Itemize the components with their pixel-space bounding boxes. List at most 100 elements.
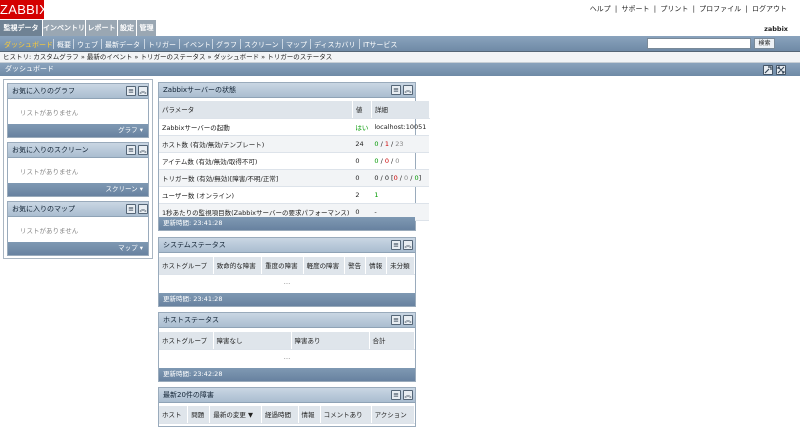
collapse-icon[interactable]: ︽ [403, 390, 413, 400]
widget-title: システムステータス [163, 241, 226, 249]
table-header-row: ホストグループ 致命的な障害 重度の障害 軽度の障害 警告 情報 未分類 [159, 257, 415, 275]
menu-icon[interactable]: ≡ [391, 390, 401, 400]
table-row: トリガー数 (有効/無効)[障害/不明/正常] 0 0 / 0 [0 / 0 /… [159, 169, 430, 187]
submenu-screens[interactable]: スクリーン [244, 40, 279, 50]
submenu-it-services[interactable]: ITサービス [363, 40, 397, 50]
submenu-divider [144, 39, 145, 49]
submenu-dashboard[interactable]: ダッシュボード [4, 40, 53, 50]
system-status-widget: システムステータス ≡ ︽ ホストグループ 致命的な障害 重度の障害 軽度の障害… [158, 237, 416, 307]
column-header: 詳細 [371, 101, 430, 119]
host-status-widget: ホストステータス ≡ ︽ ホストグループ 障害なし 障害あり 合計 ... 更新… [158, 312, 416, 382]
submenu-latest-data[interactable]: 最新データ [105, 40, 140, 50]
config-icon[interactable] [763, 65, 773, 75]
submenu-divider [240, 39, 241, 49]
submenu-divider [282, 39, 283, 49]
column-header: 重度の障害 [261, 257, 304, 275]
column-header: 障害なし [213, 332, 292, 350]
widget-title: お気に入りのグラフ [12, 87, 75, 95]
search-input[interactable] [647, 38, 751, 49]
collapse-icon[interactable]: ︽ [138, 86, 148, 96]
favorites-column: お気に入りのグラフ ≡ ︽ リストがありません グラフ ▾ お気に入りのスクリー… [3, 79, 153, 259]
help-link[interactable]: ヘルプ [590, 5, 611, 13]
main-menu-inventory[interactable]: インベントリ [43, 20, 85, 36]
column-header[interactable]: 経過時間 [261, 406, 299, 424]
submenu-web[interactable]: ウェブ [77, 40, 98, 50]
search-button[interactable]: 検索 [754, 38, 775, 49]
submenu-divider [179, 39, 180, 49]
menu-icon[interactable]: ≡ [126, 86, 136, 96]
column-header: パラメータ [159, 101, 353, 119]
widget-title: お気に入りのスクリーン [12, 146, 89, 154]
column-header-sorted[interactable]: 最新の変更 ▼ [209, 406, 262, 424]
column-header: 軽度の障害 [303, 257, 346, 275]
sub-menu: ダッシュボード 概要 ウェブ 最新データ トリガー イベント グラフ スクリーン… [0, 36, 800, 52]
widget-title: ホストステータス [163, 316, 219, 324]
page-title: ダッシュボード [5, 65, 54, 73]
submenu-maps[interactable]: マップ [286, 40, 307, 50]
zabbix-logo[interactable]: ZABBIX [0, 0, 48, 19]
main-menu-reports[interactable]: レポート [86, 20, 117, 36]
column-header: 値 [352, 101, 372, 119]
widget-header: Zabbixサーバーの状態 ≡ ︽ [159, 83, 415, 98]
logout-link[interactable]: ログアウト [752, 5, 787, 13]
last-issues-widget: 最新20件の障害 ≡ ︽ ホスト 問題 最新の変更 ▼ 経過時間 情報 コメント… [158, 387, 416, 427]
collapse-icon[interactable]: ︽ [138, 204, 148, 214]
table-row: ホスト数 (有効/無効/テンプレート) 24 0 / 1 / 23 [159, 135, 430, 153]
update-time: 更新時間: 23:41:28 [159, 217, 415, 230]
menu-icon[interactable]: ≡ [391, 240, 401, 250]
favorite-screens-footer[interactable]: スクリーン ▾ [8, 183, 148, 196]
main-menu-configuration[interactable]: 設定 [118, 20, 136, 36]
system-status-table: ホストグループ 致命的な障害 重度の障害 軽度の障害 警告 情報 未分類 [159, 257, 415, 275]
collapse-icon[interactable]: ︽ [138, 145, 148, 155]
submenu-divider [73, 39, 74, 49]
empty-list-text: リストがありません [20, 227, 79, 235]
column-header[interactable]: アクション [371, 406, 416, 424]
empty-placeholder: ... [283, 353, 291, 361]
server-status-widget: Zabbixサーバーの状態 ≡ ︽ パラメータ 値 詳細 Zabbixサーバーの… [158, 82, 430, 231]
last-issues-table: ホスト 問題 最新の変更 ▼ 経過時間 情報 コメントあり アクション [159, 406, 416, 424]
profile-link[interactable]: プロファイル [699, 5, 741, 13]
menu-icon[interactable]: ≡ [126, 204, 136, 214]
menu-icon[interactable]: ≡ [126, 145, 136, 155]
column-header: 合計 [369, 332, 415, 350]
favorite-screens-widget: お気に入りのスクリーン ≡ ︽ リストがありません スクリーン ▾ [7, 142, 149, 197]
column-header[interactable]: 情報 [298, 406, 321, 424]
widget-header: お気に入りのマップ ≡ ︽ [8, 202, 148, 217]
submenu-graphs[interactable]: グラフ [216, 40, 237, 50]
server-status-table: パラメータ 値 詳細 Zabbixサーバーの起動 はい localhost:10… [159, 101, 430, 221]
main-menu: 監視データ インベントリ レポート 設定 管理 zabbix [0, 19, 800, 36]
submenu-overview[interactable]: 概要 [57, 40, 71, 50]
main-menu-administration[interactable]: 管理 [137, 20, 156, 36]
favorite-maps-footer[interactable]: マップ ▾ [8, 242, 148, 255]
update-time: 更新時間: 23:42:28 [159, 368, 415, 381]
table-row: アイテム数 (有効/無効/取得不可) 0 0 / 0 / 0 [159, 152, 430, 170]
column-header[interactable]: 問題 [187, 406, 211, 424]
collapse-icon[interactable]: ︽ [403, 240, 413, 250]
widget-header: 最新20件の障害 ≡ ︽ [159, 388, 415, 403]
breadcrumb-history: ヒストリ: カスタムグラフ » 最新のイベント » トリガーのステータス » ダ… [0, 52, 800, 63]
submenu-divider [101, 39, 102, 49]
submenu-divider [53, 39, 54, 49]
collapse-icon[interactable]: ︽ [403, 315, 413, 325]
top-links: ヘルプ | サポート | プリント | プロファイル | ログアウト [589, 5, 787, 13]
menu-icon[interactable]: ≡ [391, 85, 401, 95]
fullscreen-icon[interactable] [776, 65, 786, 75]
menu-icon[interactable]: ≡ [391, 315, 401, 325]
column-header: 障害あり [291, 332, 370, 350]
print-link[interactable]: プリント [660, 5, 688, 13]
table-header-row: ホストグループ 障害なし 障害あり 合計 [159, 332, 415, 350]
table-row: Zabbixサーバーの起動 はい localhost:10051 [159, 118, 430, 136]
column-header[interactable]: コメントあり [320, 406, 372, 424]
top-bar: ZABBIX ヘルプ | サポート | プリント | プロファイル | ログアウ… [0, 0, 800, 19]
collapse-icon[interactable]: ︽ [403, 85, 413, 95]
widget-header: お気に入りのスクリーン ≡ ︽ [8, 143, 148, 158]
column-header[interactable]: ホスト [159, 406, 189, 424]
submenu-events[interactable]: イベント [183, 40, 211, 50]
submenu-discovery[interactable]: ディスカバリ [314, 40, 356, 50]
empty-placeholder: ... [283, 278, 291, 286]
main-menu-monitoring[interactable]: 監視データ [0, 20, 42, 36]
favorite-graphs-footer[interactable]: グラフ ▾ [8, 124, 148, 137]
support-link[interactable]: サポート [622, 5, 650, 13]
table-header-row: パラメータ 値 詳細 [159, 101, 430, 119]
submenu-triggers[interactable]: トリガー [148, 40, 176, 50]
